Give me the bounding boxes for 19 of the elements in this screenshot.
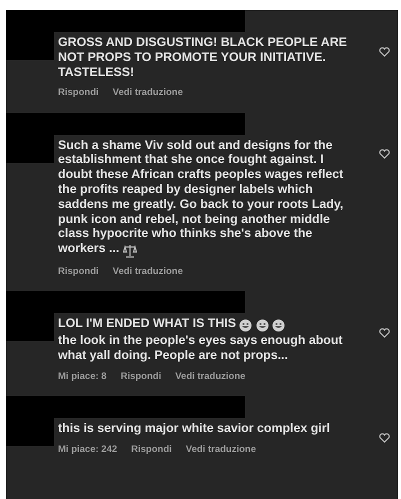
comment-text: the look in the people's eyes says enough about what yall doing. People are not props... [57, 333, 344, 363]
scale-icon [122, 243, 137, 258]
comment-text: this is serving major white savior complex girl [57, 420, 331, 436]
translate-link[interactable]: Vedi traduzione [112, 86, 183, 101]
translate-link[interactable]: Vedi traduzione [186, 442, 256, 457]
translate-link[interactable]: Vedi traduzione [175, 370, 246, 384]
likes-count: Mi piace: 242 [58, 442, 118, 457]
reply-link[interactable]: Rispondi [58, 86, 99, 101]
emoji-icon [239, 318, 252, 334]
reply-link[interactable]: Rispondi [131, 442, 172, 457]
comment-text: LOL I'M ENDED WHAT IS THIS [54, 316, 348, 334]
reply-link[interactable]: Rispondi [58, 265, 99, 280]
comment-text: GROSS AND DISGUSTING! BLACK PEOPLE ARE NOT PROPS TO PROMOTE YOUR INITIATIVE. TASTELESS! [57, 35, 348, 80]
emoji-icon [272, 318, 286, 334]
reply-link[interactable]: Rispondi [120, 370, 162, 384]
translate-link[interactable]: Vedi traduzione [112, 265, 183, 280]
comment-text: Such a shame Viv sold out and designs for the establishment that she once fought against. I doubt these African crafts peoples wages reflect the profits reaped by designer labels which saddens me greatly. Go back to your roots Lady, punk icon and rebel, not being another middle class hypocrite who thinks she's above the workers ... [54, 138, 348, 258]
emoji-icon [256, 318, 269, 334]
likes-count: Mi piace: 8 [58, 370, 107, 384]
